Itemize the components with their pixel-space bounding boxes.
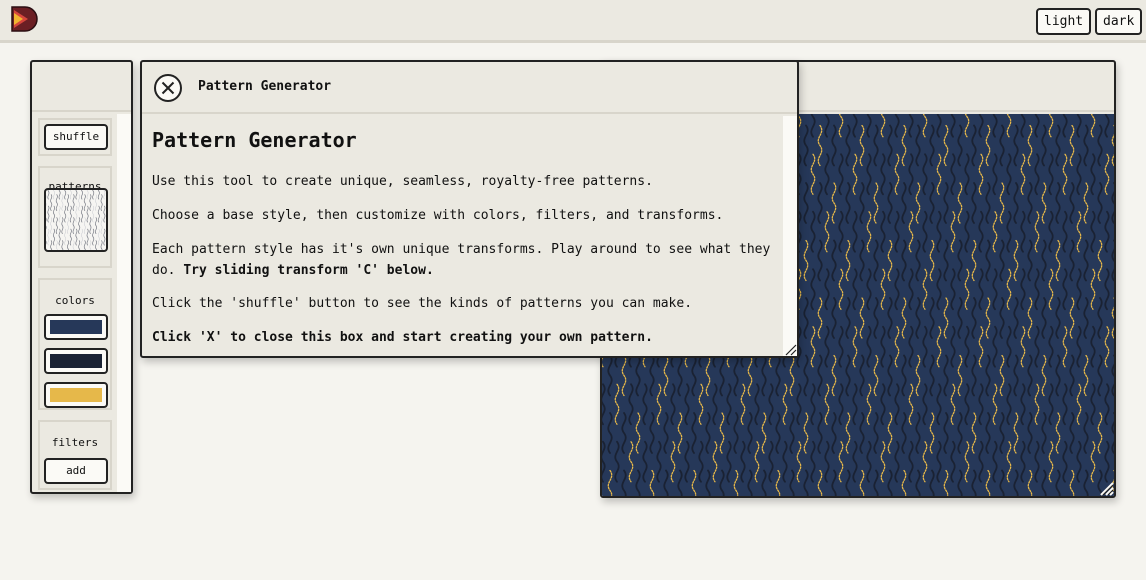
- dialog-header[interactable]: Pattern Generator: [142, 62, 797, 114]
- intro-paragraph-3-bold: Try sliding transform 'C' below.: [183, 263, 434, 278]
- color-swatch-button-2[interactable]: [44, 348, 108, 374]
- tools-panel: shuffle patterns colors filters add: [30, 60, 133, 494]
- dialog-title: Pattern Generator: [198, 79, 332, 94]
- intro-dialog: Pattern Generator Pattern Generator Use …: [140, 60, 799, 358]
- intro-paragraph-1: Use this tool to create unique, seamless…: [152, 174, 653, 189]
- dialog-body: Pattern Generator Use this tool to creat…: [142, 116, 783, 356]
- tools-panel-header[interactable]: [32, 62, 131, 112]
- dialog-resize-grip-icon[interactable]: [781, 340, 797, 356]
- filters-group: filters add: [38, 420, 112, 490]
- app-logo[interactable]: [9, 4, 39, 34]
- intro-paragraph-2: Choose a base style, then customize with…: [152, 208, 724, 223]
- close-icon: [161, 81, 175, 95]
- colors-group: colors: [38, 278, 112, 410]
- dialog-heading: Pattern Generator: [152, 128, 357, 152]
- colors-label: colors: [55, 294, 95, 307]
- intro-paragraph-4: Click the 'shuffle' button to see the ki…: [152, 296, 693, 311]
- add-filter-button[interactable]: add: [44, 458, 108, 484]
- patterns-group: patterns: [38, 166, 112, 268]
- dark-theme-button[interactable]: dark: [1095, 8, 1143, 35]
- intro-paragraph-5: Click 'X' to close this box and start cr…: [152, 330, 653, 345]
- top-bar: light dark: [0, 0, 1146, 43]
- pattern-thumbnail[interactable]: [44, 188, 108, 252]
- color-swatch-2: [50, 354, 102, 368]
- close-button[interactable]: [154, 74, 182, 102]
- intro-paragraph-3: Each pattern style has it's own unique t…: [152, 239, 772, 281]
- filters-label: filters: [51, 436, 99, 449]
- tools-scrollbar[interactable]: [117, 114, 131, 492]
- color-swatch-button-3[interactable]: [44, 382, 108, 408]
- color-swatch-button-1[interactable]: [44, 314, 108, 340]
- dialog-scrollbar[interactable]: [783, 116, 797, 356]
- light-theme-button[interactable]: light: [1036, 8, 1092, 35]
- shuffle-button[interactable]: shuffle: [44, 124, 108, 150]
- color-swatch-3: [50, 388, 102, 402]
- pattern-thumbnail-preview: [46, 190, 106, 250]
- shuffle-group: shuffle: [38, 118, 112, 156]
- resize-grip-icon[interactable]: [1098, 480, 1114, 496]
- color-swatch-1: [50, 320, 102, 334]
